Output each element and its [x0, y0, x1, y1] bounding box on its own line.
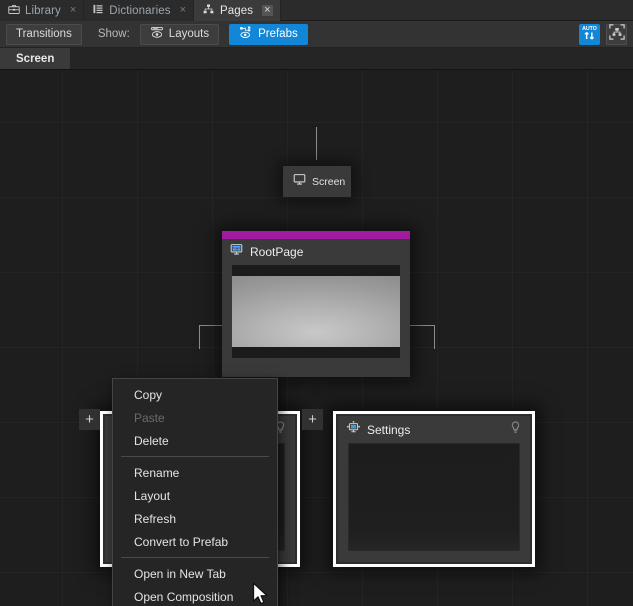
connector-branch-left: [199, 325, 200, 349]
tab-library[interactable]: Library ×: [0, 0, 84, 21]
transitions-label: Transitions: [16, 28, 72, 40]
menu-item-open-composition[interactable]: Open Composition: [113, 585, 277, 606]
auto-layout-button[interactable]: AUTO: [579, 24, 600, 45]
layouts-label: Layouts: [169, 28, 209, 40]
tab-dictionaries[interactable]: Dictionaries ×: [84, 0, 194, 21]
menu-item-copy[interactable]: Copy: [113, 383, 277, 406]
menu-separator: [121, 456, 269, 457]
toolbar-right-group: AUTO: [579, 24, 627, 45]
tab-label: Pages: [220, 5, 253, 17]
toolbox-icon: [8, 3, 20, 18]
context-menu[interactable]: Copy Paste Delete Rename Layout Refresh …: [112, 378, 278, 606]
close-icon[interactable]: ×: [262, 5, 272, 16]
node-header: RootPage: [222, 239, 410, 265]
add-node-button-left[interactable]: +: [79, 409, 100, 430]
page-editor-window: Library × Dictionaries ×: [0, 0, 633, 606]
close-icon[interactable]: ×: [70, 5, 76, 16]
show-label: Show:: [98, 28, 130, 40]
graph-canvas[interactable]: Screen RootPage: [0, 70, 633, 606]
node-header: Settings: [338, 416, 530, 443]
menu-separator: [121, 557, 269, 558]
auto-sort-icon: AUTO: [581, 23, 598, 45]
node-selection-inner: Settings: [336, 414, 532, 564]
sitemap-icon: [202, 3, 215, 18]
node-settings[interactable]: Settings: [333, 411, 535, 567]
tab-pages[interactable]: Pages ×: [194, 0, 281, 21]
tab-bar-filler: [281, 0, 633, 20]
breadcrumb-item-screen[interactable]: Screen: [0, 48, 70, 69]
svg-text:AUTO: AUTO: [582, 26, 597, 32]
tab-bar: Library × Dictionaries ×: [0, 0, 633, 21]
node-preview-wrap: [232, 265, 400, 358]
prefabs-toggle-button[interactable]: Prefabs: [229, 24, 308, 45]
menu-item-paste: Paste: [113, 406, 277, 429]
menu-item-refresh[interactable]: Refresh: [113, 507, 277, 530]
node-body-settings: Settings: [338, 416, 530, 562]
node-preview-thumbnail: [348, 443, 520, 551]
menu-item-layout[interactable]: Layout: [113, 484, 277, 507]
prefabs-eye-icon: [239, 26, 253, 42]
monitor-icon: [293, 173, 306, 191]
node-preview-wrap: [348, 443, 520, 551]
node-screen[interactable]: Screen: [283, 166, 351, 197]
layouts-eye-icon: [150, 26, 164, 42]
menu-item-convert-to-prefab[interactable]: Convert to Prefab: [113, 530, 277, 553]
list-icon: [92, 3, 104, 18]
menu-item-open-in-new-tab[interactable]: Open in New Tab: [113, 562, 277, 585]
node-preview-thumbnail: [232, 265, 400, 358]
node-rootpage[interactable]: RootPage: [222, 231, 410, 377]
menu-item-delete[interactable]: Delete: [113, 429, 277, 452]
add-node-button-middle[interactable]: +: [302, 409, 323, 430]
tab-label: Dictionaries: [109, 5, 170, 17]
node-accent-bar: [222, 231, 410, 239]
page-icon: [230, 243, 243, 261]
plus-icon: +: [308, 412, 317, 427]
menu-item-rename[interactable]: Rename: [113, 461, 277, 484]
fit-to-screen-icon: [609, 24, 625, 45]
bulb-icon[interactable]: [510, 421, 521, 439]
toolbar: Transitions Show: Layouts: [0, 21, 633, 48]
close-icon[interactable]: ×: [180, 5, 186, 16]
plus-icon: +: [85, 412, 94, 427]
transitions-button[interactable]: Transitions: [6, 24, 82, 45]
node-label: RootPage: [250, 245, 303, 259]
tab-label: Library: [25, 5, 61, 17]
connector-screen-to-root: [316, 127, 317, 160]
fit-to-screen-button[interactable]: [606, 24, 627, 45]
node-label: Settings: [367, 423, 410, 437]
prefabs-label: Prefabs: [258, 28, 298, 40]
connector-branch-right: [434, 325, 435, 349]
prefab-icon: [347, 421, 360, 439]
layouts-toggle-button[interactable]: Layouts: [140, 24, 219, 45]
breadcrumb: Screen: [0, 48, 633, 70]
node-label: Screen: [312, 176, 345, 188]
